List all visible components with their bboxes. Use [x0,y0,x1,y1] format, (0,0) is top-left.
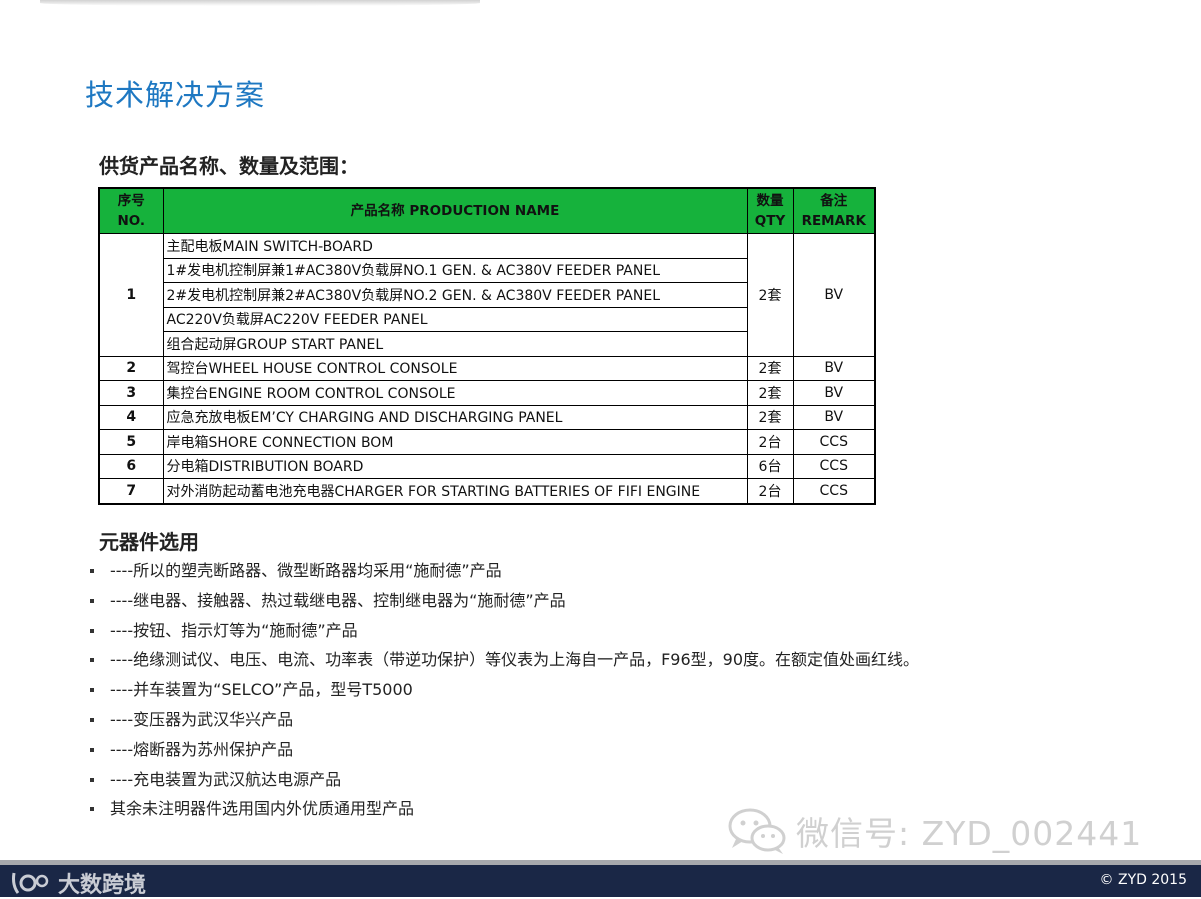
bullet-icon [90,777,94,782]
quantity: 2台 [746,429,794,455]
bullet-icon [90,747,94,752]
remark: CCS [792,429,876,455]
remark: BV [792,404,876,430]
components-list: ----所以的塑壳断路器、微型断路器均采用“施耐德”产品 ----继电器、接触器… [90,556,919,824]
bullet-icon [90,717,94,722]
list-item-text: ----变压器为武汉华兴产品 [110,709,294,729]
remark: CCS [792,453,876,479]
row-number: 7 [98,478,164,504]
header-qty: 数量 QTY [746,187,794,234]
wechat-icon [728,808,786,854]
list-item-text: ----继电器、接触器、热过载继电器、控制继电器为“施耐德”产品 [110,590,566,610]
list-item-text: ----充电装置为武汉航达电源产品 [110,769,342,789]
product-name: 分电箱DISTRIBUTION BOARD [162,453,748,479]
table-row: 6 分电箱DISTRIBUTION BOARD 6台 CCS [98,453,876,479]
header-no-cn: 序号 [117,193,145,209]
quantity: 2套 [746,380,794,406]
product-name: 集控台ENGINE ROOM CONTROL CONSOLE [162,380,748,406]
table-row: 2 驾控台WHEEL HOUSE CONTROL CONSOLE 2套 BV [98,355,876,381]
product-name: 组合起动屏GROUP START PANEL [162,331,748,357]
product-name: 应急充放电板EM’CY CHARGING AND DISCHARGING PAN… [162,404,748,430]
header-remark-en: REMARK [801,213,866,229]
wechat-watermark: 微信号: ZYD_002441 [726,806,1142,856]
product-name: 驾控台WHEEL HOUSE CONTROL CONSOLE [162,355,748,381]
table-row: 3 集控台ENGINE ROOM CONTROL CONSOLE 2套 BV [98,380,876,406]
row-number: 6 [98,453,164,479]
list-item-text: ----按钮、指示灯等为“施耐德”产品 [110,620,358,640]
header-remark: 备注 REMARK [792,187,876,234]
row-number: 4 [98,404,164,430]
table-row: 7 对外消防起动蓄电池充电器CHARGER FOR STARTING BATTE… [98,478,876,504]
list-item-text: ----熔断器为苏州保护产品 [110,739,294,759]
slide-title: 技术解决方案 [85,78,266,112]
components-heading: 元器件选用 [99,530,199,554]
header-name: 产品名称 PRODUCTION NAME [162,187,748,234]
bullet-icon [90,598,94,603]
bullet-icon [90,688,94,693]
list-item: ----熔断器为苏州保护产品 [90,735,919,765]
header-no-en: NO. [117,213,146,229]
quantity: 2台 [746,478,794,504]
list-item: ----充电装置为武汉航达电源产品 [90,765,919,795]
list-item-text: 其余未注明器件选用国内外优质通用型产品 [110,799,415,819]
product-name: 2#发电机控制屏兼2#AC380V负载屏NO.2 GEN. & AC380V F… [162,282,748,308]
supply-table: 序号 NO. 产品名称 PRODUCTION NAME 数量 QTY 备注 RE… [98,187,876,505]
product-name: 主配电板MAIN SWITCH-BOARD [162,233,748,259]
list-item-text: ----并车装置为“SELCO”产品，型号T5000 [110,680,413,700]
header-qty-cn: 数量 [756,193,784,209]
bullet-icon [90,807,94,812]
top-decoration [40,0,480,6]
watermark-text: 微信号: ZYD_002441 [796,814,1143,853]
table-row: 5 岸电箱SHORE CONNECTION BOM 2台 CCS [98,429,876,455]
remark: CCS [792,478,876,504]
header-no: 序号 NO. [98,187,164,234]
table-row: 1 主配电板MAIN SWITCH-BOARD 2套 BV [98,233,876,357]
product-name: 岸电箱SHORE CONNECTION BOM [162,429,748,455]
supply-scope-heading: 供货产品名称、数量及范围： [99,154,359,178]
footer-logo: 大数跨境 [10,867,146,899]
quantity: 2套 [746,355,794,381]
bullet-icon [90,658,94,663]
logo-text: 大数跨境 [58,873,147,898]
product-name: 1#发电机控制屏兼1#AC380V负载屏NO.1 GEN. & AC380V F… [162,257,748,283]
list-item: ----绝缘测试仪、电压、电流、功率表（带逆功保护）等仪表为上海自一产品，F96… [90,645,919,675]
row-number: 5 [98,429,164,455]
bullet-icon [90,628,94,633]
header-qty-en: QTY [754,213,786,229]
remark: BV [792,233,876,357]
footer-bar: 大数跨境 © ZYD 2015 [0,860,1201,899]
product-name: AC220V负载屏AC220V FEEDER PANEL [162,306,748,332]
quantity: 2套 [746,233,794,357]
quantity: 6台 [746,453,794,479]
table-header-row: 序号 NO. 产品名称 PRODUCTION NAME 数量 QTY 备注 RE… [98,187,876,234]
product-name: 对外消防起动蓄电池充电器CHARGER FOR STARTING BATTERI… [162,478,748,504]
header-remark-cn: 备注 [820,193,848,209]
logo-icon [12,872,49,894]
list-item: ----继电器、接触器、热过载继电器、控制继电器为“施耐德”产品 [90,586,919,616]
table-row: 4 应急充放电板EM’CY CHARGING AND DISCHARGING P… [98,404,876,430]
copyright-text: © ZYD 2015 [1099,872,1187,888]
list-item: ----并车装置为“SELCO”产品，型号T5000 [90,675,919,705]
row-number: 2 [98,355,164,381]
list-item-text: ----所以的塑壳断路器、微型断路器均采用“施耐德”产品 [110,561,502,580]
row-number: 3 [98,380,164,406]
remark: BV [792,355,876,381]
list-item: ----变压器为武汉华兴产品 [90,705,919,735]
list-item: ----所以的塑壳断路器、微型断路器均采用“施耐德”产品 [90,556,919,586]
row-number: 1 [98,233,164,357]
list-item: ----按钮、指示灯等为“施耐德”产品 [90,616,919,646]
quantity: 2套 [746,404,794,430]
remark: BV [792,380,876,406]
bullet-icon [90,569,94,573]
list-item-text: ----绝缘测试仪、电压、电流、功率表（带逆功保护）等仪表为上海自一产品，F96… [110,650,920,670]
